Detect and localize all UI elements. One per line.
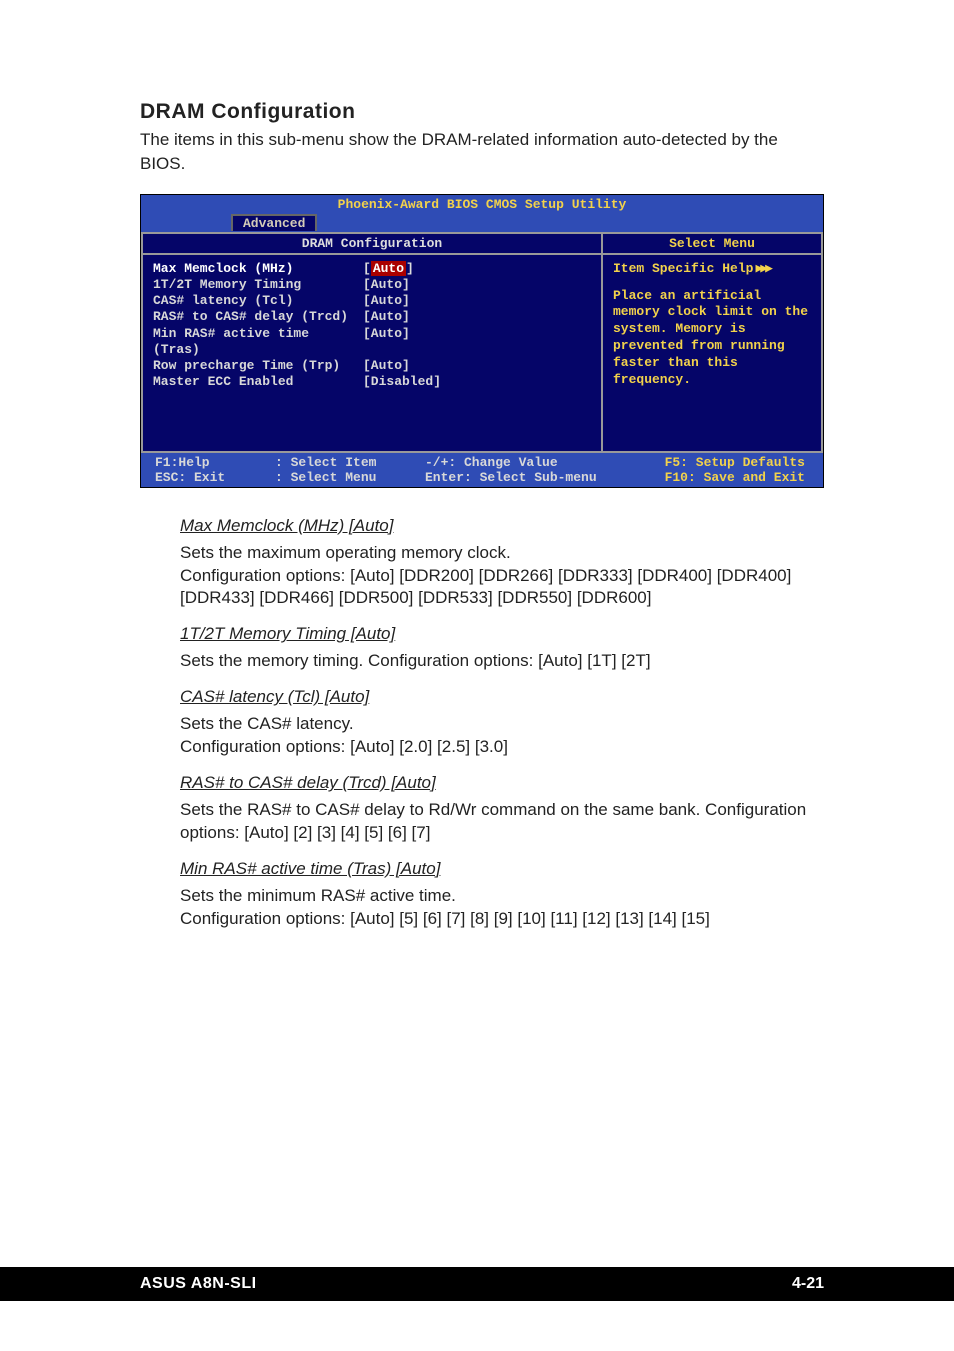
footer-product: ASUS A8N-SLI [140,1275,257,1293]
bios-item-value: [Auto] [363,358,591,374]
bios-item-value: [Auto] [363,309,591,325]
bios-item-label: Max Memclock (MHz) [153,261,363,277]
bios-item-row[interactable]: CAS# latency (Tcl)[Auto] [153,293,591,309]
bios-item-value: [Auto] [363,293,591,309]
bios-screenshot: Phoenix-Award BIOS CMOS Setup Utility Ad… [140,194,824,488]
bios-help-body: Place an artificial memory clock limit o… [613,288,811,389]
option-title: RAS# to CAS# delay (Trcd) [Auto] [140,773,824,793]
bios-item-row[interactable]: Master ECC Enabled[Disabled] [153,374,591,390]
bios-item-row[interactable]: RAS# to CAS# delay (Trcd)[Auto] [153,309,591,325]
bios-item-row[interactable]: Min RAS# active time (Tras)[Auto] [153,326,591,359]
option-title: CAS# latency (Tcl) [Auto] [140,687,824,707]
option-description: Sets the RAS# to CAS# delay to Rd/Wr com… [140,799,824,845]
page-footer: ASUS A8N-SLI 4-21 [0,1267,954,1301]
bios-help-pane: Item Specific Help ▶▶▶ Place an artifici… [603,255,823,453]
section-heading: DRAM Configuration [140,100,824,124]
bios-item-row[interactable]: 1T/2T Memory Timing[Auto] [153,277,591,293]
option-description: Sets the CAS# latency.Configuration opti… [140,713,824,759]
option-title: 1T/2T Memory Timing [Auto] [140,624,824,644]
option-title: Max Memclock (MHz) [Auto] [140,516,824,536]
option-description: Sets the minimum RAS# active time.Config… [140,885,824,931]
bios-subheader: DRAM Configuration [141,232,603,255]
bios-item-value: [Disabled] [363,374,591,390]
chevron-right-icon: ▶▶▶ [755,261,769,276]
footer-sel-item: : Select Item [275,455,425,470]
footer-esc: ESC: Exit [155,470,275,485]
bios-item-label: Min RAS# active time (Tras) [153,326,363,359]
bios-item-label: 1T/2T Memory Timing [153,277,363,293]
footer-page-number: 4-21 [792,1275,824,1293]
bios-item-value: [Auto] [363,326,591,359]
bios-item-row[interactable]: Max Memclock (MHz)[Auto] [153,261,591,277]
bios-tabrow: Advanced [141,214,823,232]
bios-item-list: Max Memclock (MHz)[Auto]1T/2T Memory Tim… [141,255,603,453]
option-description: Sets the memory timing. Configuration op… [140,650,824,673]
option-title: Min RAS# active time (Tras) [Auto] [140,859,824,879]
footer-chg: -/+: Change Value [425,455,635,470]
bios-item-value: [Auto] [363,261,591,277]
footer-sel-menu: : Select Menu [275,470,425,485]
bios-footer: F1:Help : Select Item -/+: Change Value … [141,453,823,487]
bios-help-title: Item Specific Help [613,261,753,276]
bios-item-label: RAS# to CAS# delay (Trcd) [153,309,363,325]
bios-title: Phoenix-Award BIOS CMOS Setup Utility [141,195,823,214]
footer-f1: F1:Help [155,455,275,470]
bios-item-label: CAS# latency (Tcl) [153,293,363,309]
bios-item-row[interactable]: Row precharge Time (Trp)[Auto] [153,358,591,374]
section-intro: The items in this sub-menu show the DRAM… [140,128,824,176]
footer-enter: Enter: Select Sub-menu [425,470,635,485]
footer-f10: F10: Save and Exit [635,470,815,485]
bios-tab-advanced[interactable]: Advanced [231,214,317,231]
bios-item-label: Row precharge Time (Trp) [153,358,363,374]
bios-item-value: [Auto] [363,277,591,293]
bios-help-header: Select Menu [603,232,823,255]
footer-f5: F5: Setup Defaults [635,455,815,470]
bios-item-label: Master ECC Enabled [153,374,363,390]
option-description: Sets the maximum operating memory clock.… [140,542,824,611]
